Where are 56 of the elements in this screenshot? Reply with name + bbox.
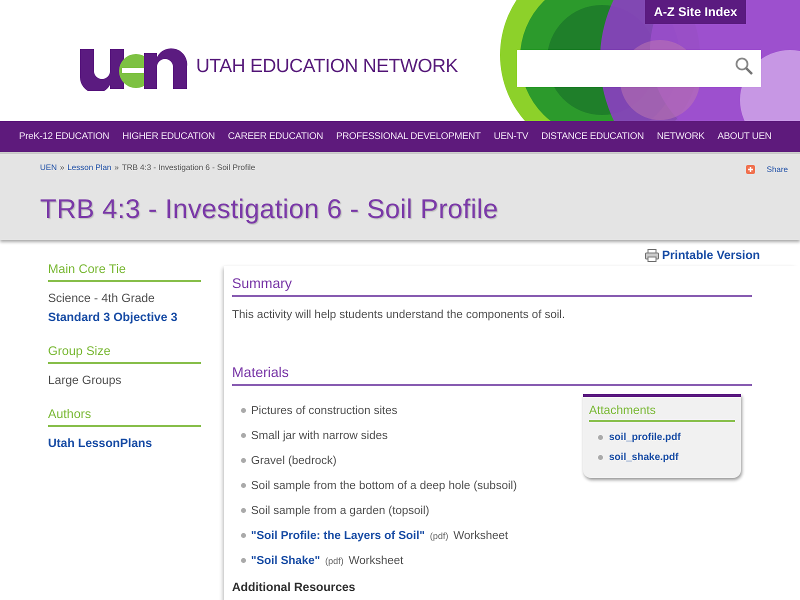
material-text: Worksheet [453,530,508,542]
material-text: Worksheet [348,554,404,566]
sidebar-heading: Authors [48,407,201,427]
material-text: Soil sample from a garden (topsoil) [251,504,430,516]
page-title: TRB 4:3 - Investigation 6 - Soil Profile [40,194,500,225]
nav-link[interactable]: UEN-TV [494,131,528,142]
sidebar-text: Large Groups [48,373,122,387]
section-heading: Materials [232,355,752,386]
worksheet-link[interactable]: "Soil Profile: the Layers of Soil" [251,530,425,542]
search-icon[interactable] [735,57,753,75]
search-field[interactable] [517,50,761,87]
nav-link[interactable]: HIGHER EDUCATION [122,131,215,142]
breadcrumb-current: TRB 4:3 - Investigation 6 - Soil Profile [122,163,256,172]
material-text: Pictures of construction sites [251,404,398,416]
printable-version-link[interactable]: Printable Version [662,248,760,262]
bullet-icon [241,433,246,438]
nav-link[interactable]: NETWORK [656,131,705,142]
attachment-link[interactable]: soil_profile.pdf [609,432,681,442]
material-text: Gravel (bedrock) [251,454,337,466]
breadcrumb-separator: » [114,163,119,172]
nav-link[interactable]: CAREER EDUCATION [228,131,324,142]
attachment-link[interactable]: soil_shake.pdf [609,452,678,462]
nav-link[interactable]: PROFESSIONAL DEVELOPMENT [336,131,481,142]
material-text: Small jar with narrow sides [251,430,388,442]
bullet-icon [241,533,246,538]
breadcrumb-separator: » [60,163,64,172]
sidebar-link[interactable]: Standard 3 Objective 3 [48,310,201,324]
sidebar-heading: Main Core Tie [48,262,201,282]
share-link[interactable]: Share [766,165,788,174]
bullet-icon [598,434,603,440]
site-name: UTAH EDUCATION NETWORK [196,56,458,78]
bullet-icon [241,408,246,413]
site-index-button[interactable]: A-Z Site Index [645,0,746,24]
bullet-icon [598,454,603,460]
bullet-icon [241,558,246,563]
bullet-icon [241,508,246,513]
sidebar-text: Science - 4th Grade [48,291,156,305]
printer-icon[interactable] [644,248,659,262]
summary-text: This activity will help students understand the components of soil. [232,309,566,321]
sidebar-heading: Group Size [48,344,201,364]
plus-icon[interactable] [746,165,755,174]
bullet-icon [241,458,246,463]
file-type-note: (pdf) [325,556,344,566]
attachments-heading: Attachments [589,403,735,422]
material-text: Soil sample from the bottom of a deep hole (subsoil) [251,480,517,492]
section-heading: Summary [232,266,752,297]
worksheet-link[interactable]: "Soil Shake" [251,554,320,566]
breadcrumb-link[interactable]: Lesson Plan [67,163,112,172]
subheading: Additional Resources [232,580,356,594]
nav-link[interactable]: ABOUT UEN [718,131,772,142]
nav-link[interactable]: PreK-12 EDUCATION [19,131,110,142]
sidebar-link[interactable]: Utah LessonPlans [48,436,201,450]
breadcrumb-link[interactable]: UEN [40,163,57,172]
nav-link[interactable]: DISTANCE EDUCATION [541,131,644,142]
bullet-icon [241,483,246,488]
file-type-note: (pdf) [430,530,448,540]
